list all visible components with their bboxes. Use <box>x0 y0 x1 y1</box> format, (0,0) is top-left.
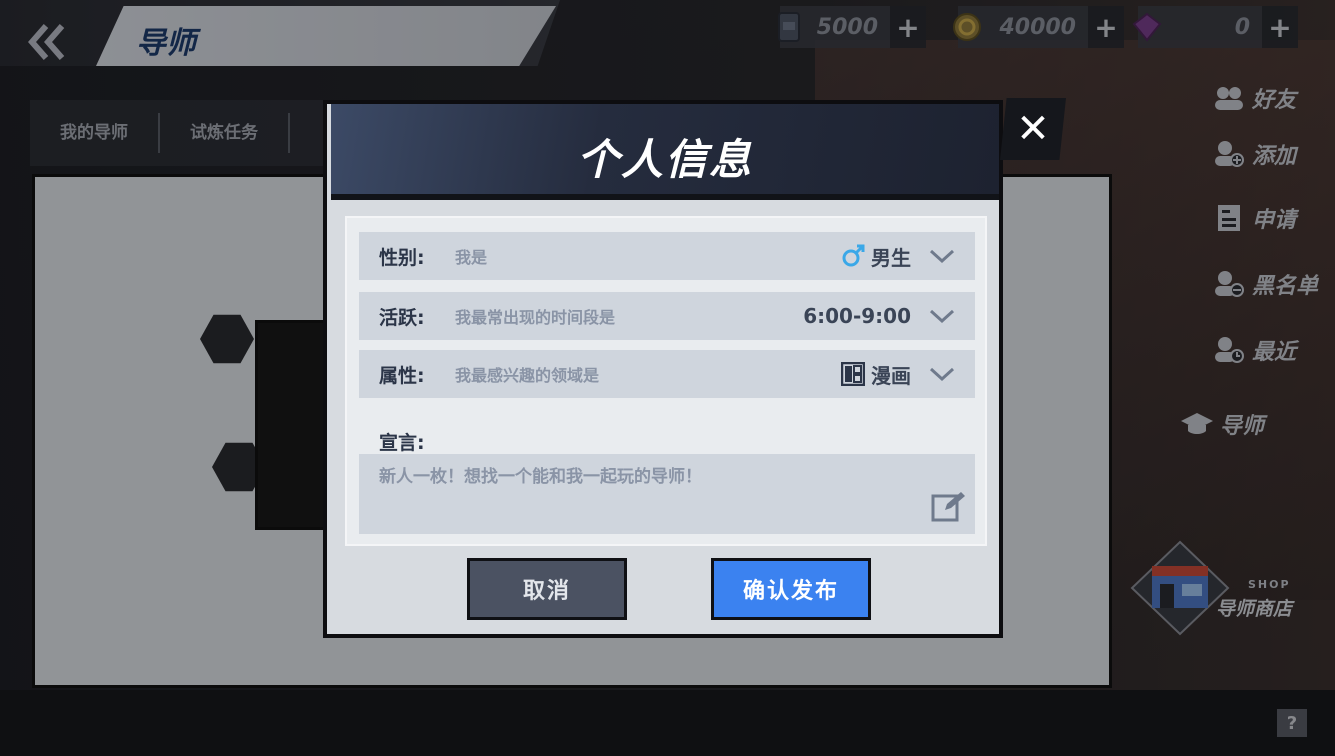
gender-row[interactable]: 性别: 我是 男生 <box>359 232 975 280</box>
interest-desc: 我最感兴趣的领域是 <box>455 366 600 385</box>
edit-icon[interactable] <box>931 490 965 524</box>
cancel-button[interactable]: 取消 <box>467 558 627 620</box>
interest-label: 属性: <box>379 364 425 387</box>
declaration-label: 宣言: <box>379 432 425 454</box>
male-icon <box>841 244 865 268</box>
declaration-text: 新人一枚！想找一个能和我一起玩的导师！ <box>379 467 702 487</box>
close-icon: ✕ <box>1016 106 1050 152</box>
dialog-header: 个人信息 <box>331 104 999 200</box>
dialog-title: 个人信息 <box>576 135 753 184</box>
active-value: 6:00-9:00 <box>803 304 911 328</box>
profile-dialog: 个人信息 性别: 我是 男生 活跃: 我最常出现的时间段是 6:00-9:00 <box>323 100 1003 638</box>
declaration-field[interactable]: 新人一枚！想找一个能和我一起玩的导师！ <box>359 454 975 534</box>
interest-row[interactable]: 属性: 我最感兴趣的领域是 漫画 <box>359 350 975 398</box>
active-desc: 我最常出现的时间段是 <box>455 308 616 327</box>
close-button[interactable]: ✕ <box>1000 98 1066 160</box>
comic-icon <box>841 362 865 386</box>
interest-value: 漫画 <box>841 360 911 389</box>
active-label: 活跃: <box>379 306 425 329</box>
chevron-down-icon[interactable] <box>925 364 959 384</box>
gender-value: 男生 <box>841 242 911 271</box>
chevron-down-icon[interactable] <box>925 306 959 326</box>
gender-desc: 我是 <box>455 248 488 267</box>
active-time-row[interactable]: 活跃: 我最常出现的时间段是 6:00-9:00 <box>359 292 975 340</box>
chevron-down-icon[interactable] <box>925 246 959 266</box>
gender-label: 性别: <box>379 246 425 269</box>
profile-form: 性别: 我是 男生 活跃: 我最常出现的时间段是 6:00-9:00 属性: 我… <box>345 216 987 546</box>
confirm-publish-button[interactable]: 确认发布 <box>711 558 871 620</box>
